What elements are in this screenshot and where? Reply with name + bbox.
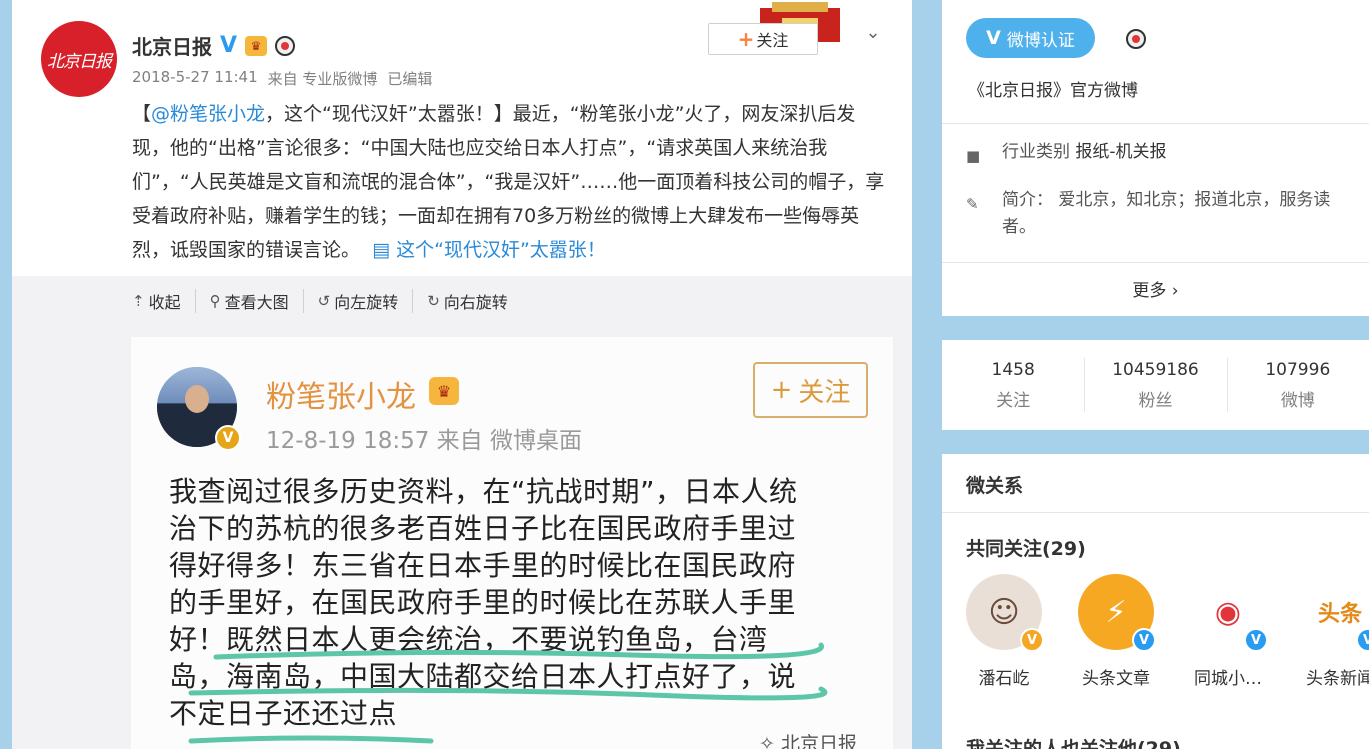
verified-v-icon: V bbox=[1244, 628, 1268, 652]
member-crown-icon: ♛ bbox=[245, 35, 268, 56]
intro-row: ✎ 简介： 爱北京，知北京；报道北京，服务读者。 bbox=[966, 190, 1331, 237]
post-meta: 2018-5-27 11:41 来自 专业版微博 已编辑 bbox=[132, 68, 432, 89]
mention-link[interactable]: @粉笔张小龙 bbox=[151, 103, 265, 125]
stat-posts[interactable]: 107996 微博 bbox=[1226, 340, 1369, 430]
article-link-icon: ▤ bbox=[372, 239, 391, 261]
eye-badge-icon[interactable] bbox=[1126, 29, 1146, 49]
stats-card: 1458 关注 10459186 粉丝 107996 微博 bbox=[942, 340, 1369, 430]
embedded-line: 岛，海南岛，中国大陆都交给日本人打点好了，说 bbox=[169, 660, 797, 693]
embedded-line: 得好得多！东三省在日本手里的时候比在国民政府 bbox=[169, 549, 797, 582]
rotate-left-icon: ↺ bbox=[317, 292, 331, 310]
image-toolbar: ⇡ 收起 ⚲ 查看大图 ↺ 向左旋转 ↻ 向右旋转 bbox=[132, 286, 522, 316]
embedded-verified-icon: V bbox=[215, 425, 241, 451]
also-follow-title[interactable]: 我关注的人也关注他(29) bbox=[966, 734, 1181, 749]
verified-v-icon: V bbox=[986, 27, 1001, 49]
divider bbox=[942, 512, 1369, 513]
avatar: ☺ V bbox=[966, 574, 1044, 652]
weibo-verify-badge[interactable]: V 微博认证 bbox=[966, 18, 1095, 58]
post-body: 【@粉笔张小龙，这个“现代汉奸”太嚣张！】最近，“粉笔张小龙”火了，网友深扒后发… bbox=[132, 103, 885, 261]
embedded-author-name: 粉笔张小龙 bbox=[266, 380, 416, 415]
image-watermark: ✧ 北京日报 bbox=[759, 733, 857, 749]
profile-info-card: V 微博认证 《北京日报》官方微博 ■ 行业类别 报纸-机关报 ✎ 简介： 爱北… bbox=[942, 0, 1369, 316]
post-source: 来自 专业版微博 bbox=[267, 70, 378, 88]
rotate-right-icon: ↻ bbox=[427, 292, 440, 310]
common-follow-list: ☺ V 潘石屹 ⚡ V 头条文章 ◉ V 同城小… 头条 V 头条新闻 bbox=[958, 574, 1369, 689]
collapse-icon: ⇡ bbox=[132, 292, 145, 310]
list-item[interactable]: ◉ V 同城小… bbox=[1182, 574, 1274, 689]
embedded-line: 我查阅过很多历史资料，在“抗战时期”，日本人统 bbox=[169, 475, 798, 508]
verified-v-icon: V bbox=[1132, 628, 1156, 652]
common-follow-title[interactable]: 共同关注(29) bbox=[966, 534, 1086, 561]
embedded-line: 好！既然日本人更会统治，不要说钓鱼岛，台湾 bbox=[169, 623, 768, 656]
follow-button[interactable]: + 关注 bbox=[708, 23, 818, 55]
post-timestamp[interactable]: 2018-5-27 11:41 bbox=[132, 68, 258, 89]
list-item[interactable]: 头条 V 头条新闻 bbox=[1294, 574, 1369, 689]
embedded-follow-button: + 关注 bbox=[753, 362, 868, 418]
divider bbox=[942, 123, 1369, 124]
more-link[interactable]: 更多 › bbox=[942, 276, 1369, 301]
divider bbox=[942, 262, 1369, 263]
article-link[interactable]: 这个“现代汉奸”太嚣张！ bbox=[396, 239, 606, 261]
avatar: ◉ V bbox=[1190, 574, 1268, 652]
list-item[interactable]: ☺ V 潘石屹 bbox=[958, 574, 1050, 689]
view-large-button[interactable]: ⚲ 查看大图 bbox=[194, 289, 303, 313]
verify-description: 《北京日报》官方微博 bbox=[968, 81, 1138, 101]
verified-v-icon: V bbox=[1356, 628, 1369, 652]
weibo-feed-card: 北京日报 北京日报 V ♛ 2018-5-27 11:41 来自 专业版微博 已… bbox=[12, 0, 912, 749]
verified-v-icon: V bbox=[1020, 628, 1044, 652]
embedded-text: 我查阅过很多历史资料，在“抗战时期”，日本人统 治下的苏杭的很多老百姓日子比在国… bbox=[169, 473, 869, 732]
author-name-row: 北京日报 V ♛ bbox=[132, 31, 296, 60]
post-edited-label[interactable]: 已编辑 bbox=[387, 68, 432, 89]
relations-card: 微关系 共同关注(29) ☺ V 潘石屹 ⚡ V 头条文章 ◉ V 同城小… 头… bbox=[942, 454, 1369, 749]
avatar: ⚡ V bbox=[1078, 574, 1156, 652]
rotate-left-button[interactable]: ↺ 向左旋转 bbox=[302, 289, 413, 313]
verified-v-icon: V bbox=[220, 33, 238, 58]
embedded-line: 治下的苏杭的很多老百姓日子比在国民政府手里过 bbox=[169, 512, 797, 545]
search-icon: ⚲ bbox=[209, 292, 221, 310]
eye-badge-icon bbox=[275, 35, 296, 56]
collapse-button[interactable]: ⇡ 收起 bbox=[132, 289, 195, 313]
stat-followers[interactable]: 10459186 粉丝 bbox=[1084, 340, 1226, 430]
embedded-line: 的手里好，在国民政府手里的时候比在苏联人手里 bbox=[169, 586, 797, 619]
rotate-right-button[interactable]: ↻ 向右旋转 bbox=[412, 289, 522, 313]
chevron-down-icon[interactable]: ⌄ bbox=[862, 22, 884, 44]
edit-icon: ✎ bbox=[966, 195, 979, 213]
briefcase-icon: ■ bbox=[966, 147, 981, 165]
industry-row: ■ 行业类别 报纸-机关报 bbox=[966, 142, 1167, 165]
embedded-crown-icon: ♛ bbox=[429, 377, 459, 405]
post-image[interactable]: V 粉笔张小龙 ♛ 12-8-19 18:57 来自 微博桌面 + 关注 我查阅… bbox=[131, 337, 893, 749]
embedded-line: 不定日子还还过点 bbox=[169, 697, 398, 730]
beijing-daily-avatar[interactable]: 北京日报 bbox=[41, 21, 117, 97]
relations-title: 微关系 bbox=[966, 475, 1024, 497]
author-nickname[interactable]: 北京日报 bbox=[132, 31, 212, 60]
embedded-meta: 12-8-19 18:57 来自 微博桌面 bbox=[266, 428, 582, 454]
avatar: 头条 V bbox=[1302, 574, 1369, 652]
list-item[interactable]: ⚡ V 头条文章 bbox=[1070, 574, 1162, 689]
stat-following[interactable]: 1458 关注 bbox=[942, 340, 1084, 430]
chevron-right-icon: › bbox=[1171, 281, 1179, 301]
